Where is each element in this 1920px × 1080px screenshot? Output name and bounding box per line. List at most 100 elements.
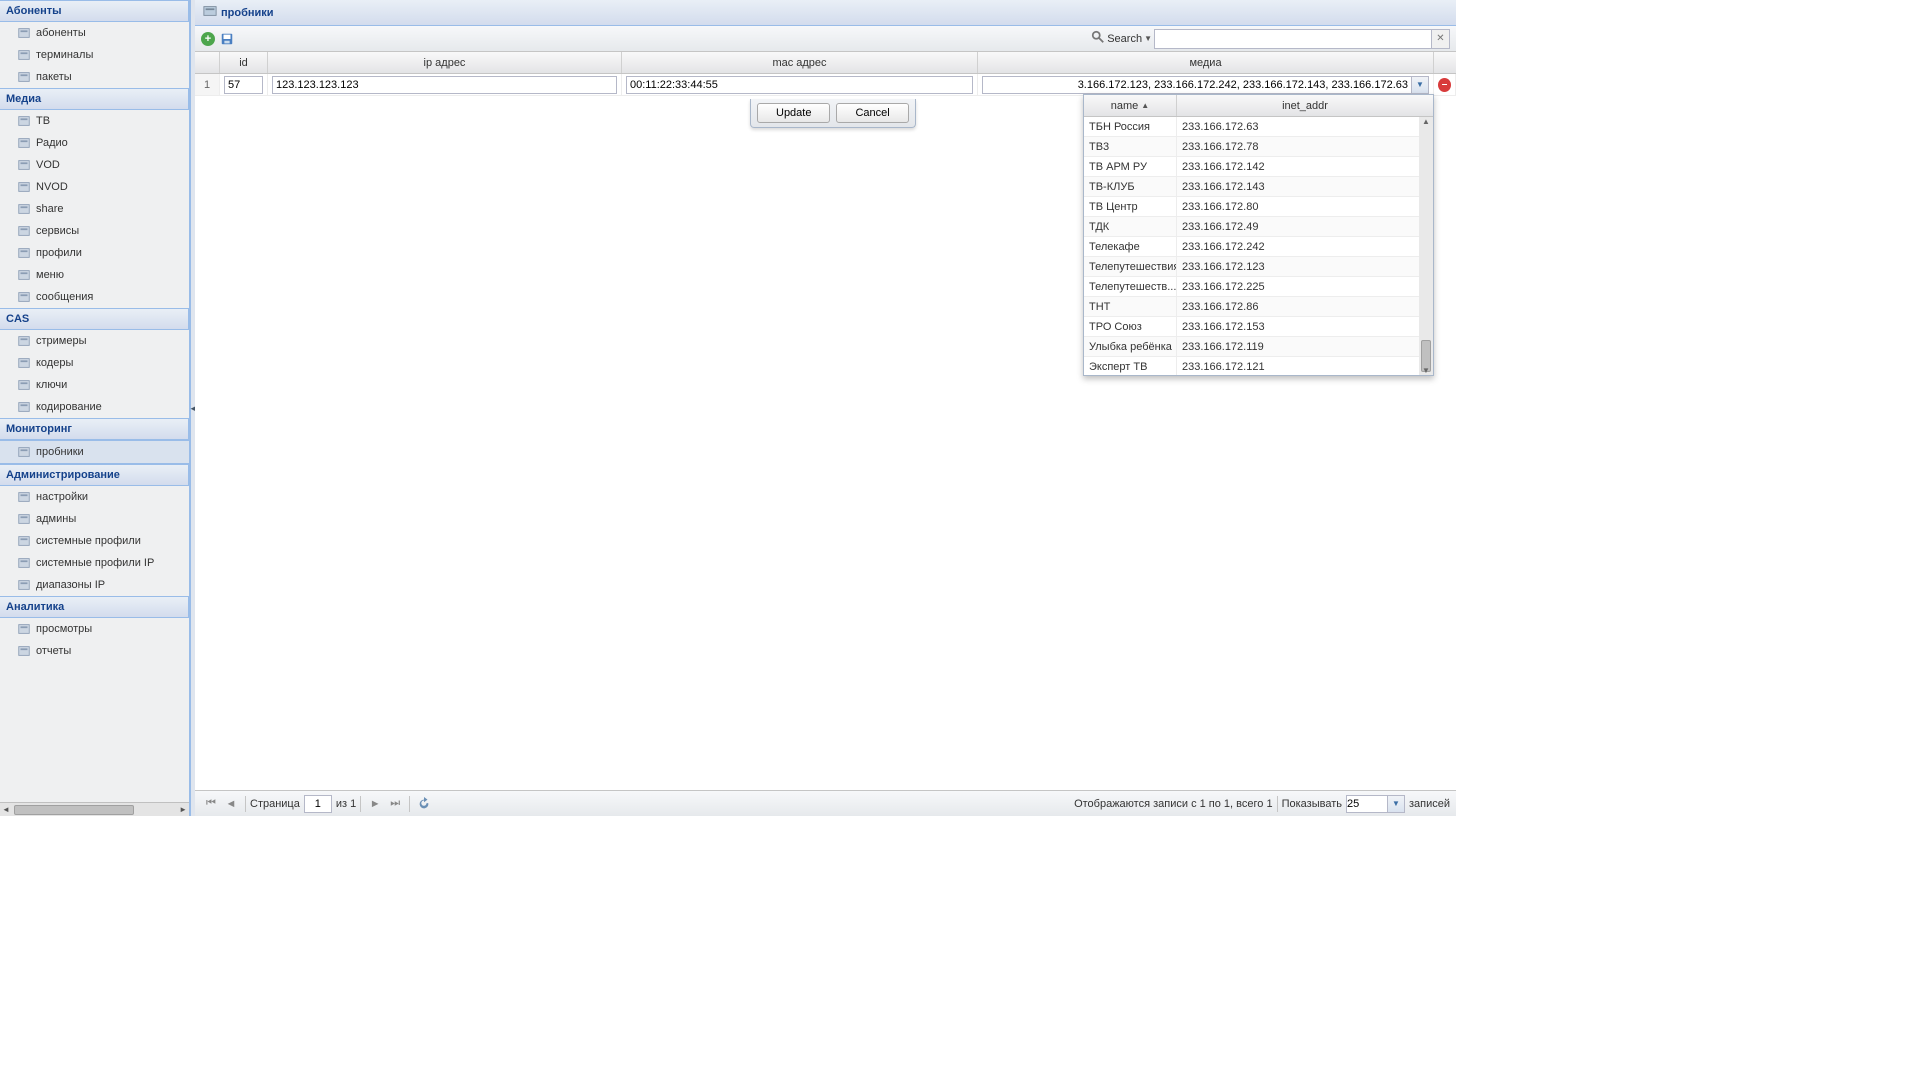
dropdown-header-addr[interactable]: inet_addr [1177,95,1433,116]
column-header-media[interactable]: медиа [978,52,1434,73]
delete-row-button[interactable]: – [1438,78,1451,92]
dropdown-row[interactable]: ТНТ233.166.172.86 [1084,297,1433,317]
dropdown-cell-addr: 233.166.172.80 [1177,197,1433,216]
dropdown-header-name[interactable]: name ▲ [1084,95,1177,116]
save-button[interactable] [218,30,236,48]
column-header-rownum[interactable] [195,52,220,73]
sidebar-item[interactable]: абоненты [0,22,189,44]
sidebar-item[interactable]: системные профили [0,530,189,552]
prev-page-button[interactable]: ◄ [223,796,239,812]
sidebar-item-label: пакеты [36,71,72,83]
sidebar-item[interactable]: стримеры [0,330,189,352]
cancel-button[interactable]: Cancel [836,103,908,123]
sidebar-item[interactable]: Радио [0,132,189,154]
last-page-button[interactable]: ⏭ [387,796,403,812]
sidebar-item-label: просмотры [36,623,92,635]
sidebar-item-label: стримеры [36,335,87,347]
dropdown-row[interactable]: Телепутешеств...233.166.172.225 [1084,277,1433,297]
section-header[interactable]: Абоненты [0,0,189,22]
dropdown-cell-addr: 233.166.172.142 [1177,157,1433,176]
sidebar-item-label: отчеты [36,645,71,657]
dropdown-row[interactable]: Улыбка ребёнка233.166.172.119 [1084,337,1433,357]
dropdown-scrollbar[interactable]: ▲ ▼ [1419,117,1433,375]
dropdown-row[interactable]: Телекафе233.166.172.242 [1084,237,1433,257]
section-header[interactable]: Медиа [0,88,189,110]
sidebar-item[interactable]: сервисы [0,220,189,242]
row-number: 1 [195,74,220,95]
page-size-input[interactable] [1346,795,1388,813]
sidebar-item-label: системные профили IP [36,557,154,569]
dropdown-row[interactable]: ТДК233.166.172.49 [1084,217,1433,237]
sidebar-item-label: NVOD [36,181,68,193]
clear-search-button[interactable]: ✕ [1432,29,1450,49]
dropdown-cell-addr: 233.166.172.86 [1177,297,1433,316]
add-button[interactable]: + [201,32,215,46]
dropdown-cell-name: ТРО Союз [1084,317,1177,336]
sidebar-item[interactable]: пакеты [0,66,189,88]
sidebar-item-label: share [36,203,64,215]
sidebar-item[interactable]: VOD [0,154,189,176]
sidebar-item-label: ключи [36,379,67,391]
menu-icon [16,267,32,283]
dropdown-cell-name: Телекафе [1084,237,1177,256]
dropdown-row[interactable]: ТВ3233.166.172.78 [1084,137,1433,157]
mac-input[interactable] [626,76,973,94]
sidebar-item[interactable]: сообщения [0,286,189,308]
dropdown-row[interactable]: Телепутешествия233.166.172.123 [1084,257,1433,277]
sidebar-item[interactable]: админы [0,508,189,530]
next-page-button[interactable]: ► [367,796,383,812]
media-combo-input[interactable] [982,76,1412,94]
search-input[interactable] [1154,29,1432,49]
sidebar-item[interactable]: ключи [0,374,189,396]
dropdown-row[interactable]: Эксперт ТВ233.166.172.121 [1084,357,1433,375]
refresh-button[interactable] [416,796,432,812]
section-header[interactable]: CAS [0,308,189,330]
dropdown-cell-name: ТВ АРМ РУ [1084,157,1177,176]
sidebar-item[interactable]: кодеры [0,352,189,374]
sidebar-item[interactable]: пробники [0,440,189,464]
sidebar-item-label: кодеры [36,357,73,369]
dropdown-row[interactable]: ТВ Центр233.166.172.80 [1084,197,1433,217]
column-header-ip[interactable]: ip адрес [268,52,622,73]
dropdown-cell-addr: 233.166.172.63 [1177,117,1433,136]
sidebar-item[interactable]: ТВ [0,110,189,132]
dropdown-cell-name: ТВ Центр [1084,197,1177,216]
dropdown-row[interactable]: ТРО Союз233.166.172.153 [1084,317,1433,337]
column-header-id[interactable]: id [220,52,268,73]
ip-input[interactable] [272,76,617,94]
dropdown-row[interactable]: ТВ АРМ РУ233.166.172.142 [1084,157,1433,177]
section-header[interactable]: Администрирование [0,464,189,486]
sidebar-item[interactable]: настройки [0,486,189,508]
sidebar-horizontal-scrollbar[interactable]: ◄ ► [0,802,189,816]
sidebar-item[interactable]: профили [0,242,189,264]
sidebar-item[interactable]: просмотры [0,618,189,640]
wrench-icon [16,489,32,505]
dropdown-row[interactable]: ТБН Россия233.166.172.63 [1084,117,1433,137]
sidebar-item[interactable]: диапазоны IP [0,574,189,596]
grid-header-row: id ip адрес mac адрес медиа [195,52,1456,74]
grid-body: 1 ▼ – [195,74,1456,790]
sidebar-item[interactable]: отчеты [0,640,189,662]
sidebar-item[interactable]: меню [0,264,189,286]
page-input[interactable] [304,795,332,813]
sidebar-item[interactable]: терминалы [0,44,189,66]
section-header[interactable]: Мониторинг [0,418,189,440]
sidebar-item[interactable]: share [0,198,189,220]
sidebar-item[interactable]: NVOD [0,176,189,198]
page-label: Страница [250,798,300,810]
media-combo-trigger[interactable]: ▼ [1412,76,1429,94]
grid-row[interactable]: 1 ▼ – [195,74,1456,96]
page-size-trigger[interactable]: ▼ [1388,795,1405,813]
section-header[interactable]: Аналитика [0,596,189,618]
dropdown-row[interactable]: ТВ-КЛУБ233.166.172.143 [1084,177,1433,197]
update-button[interactable]: Update [757,103,830,123]
search-button[interactable]: Search ▼ [1091,30,1152,47]
dropdown-cell-name: Улыбка ребёнка [1084,337,1177,356]
column-header-mac[interactable]: mac адрес [622,52,978,73]
first-page-button[interactable]: ⏮ [203,796,219,812]
sidebar-item[interactable]: кодирование [0,396,189,418]
dropdown-cell-addr: 233.166.172.143 [1177,177,1433,196]
id-input[interactable] [224,76,263,94]
row-editor-buttons: Update Cancel [750,99,916,128]
sidebar-item[interactable]: системные профили IP [0,552,189,574]
